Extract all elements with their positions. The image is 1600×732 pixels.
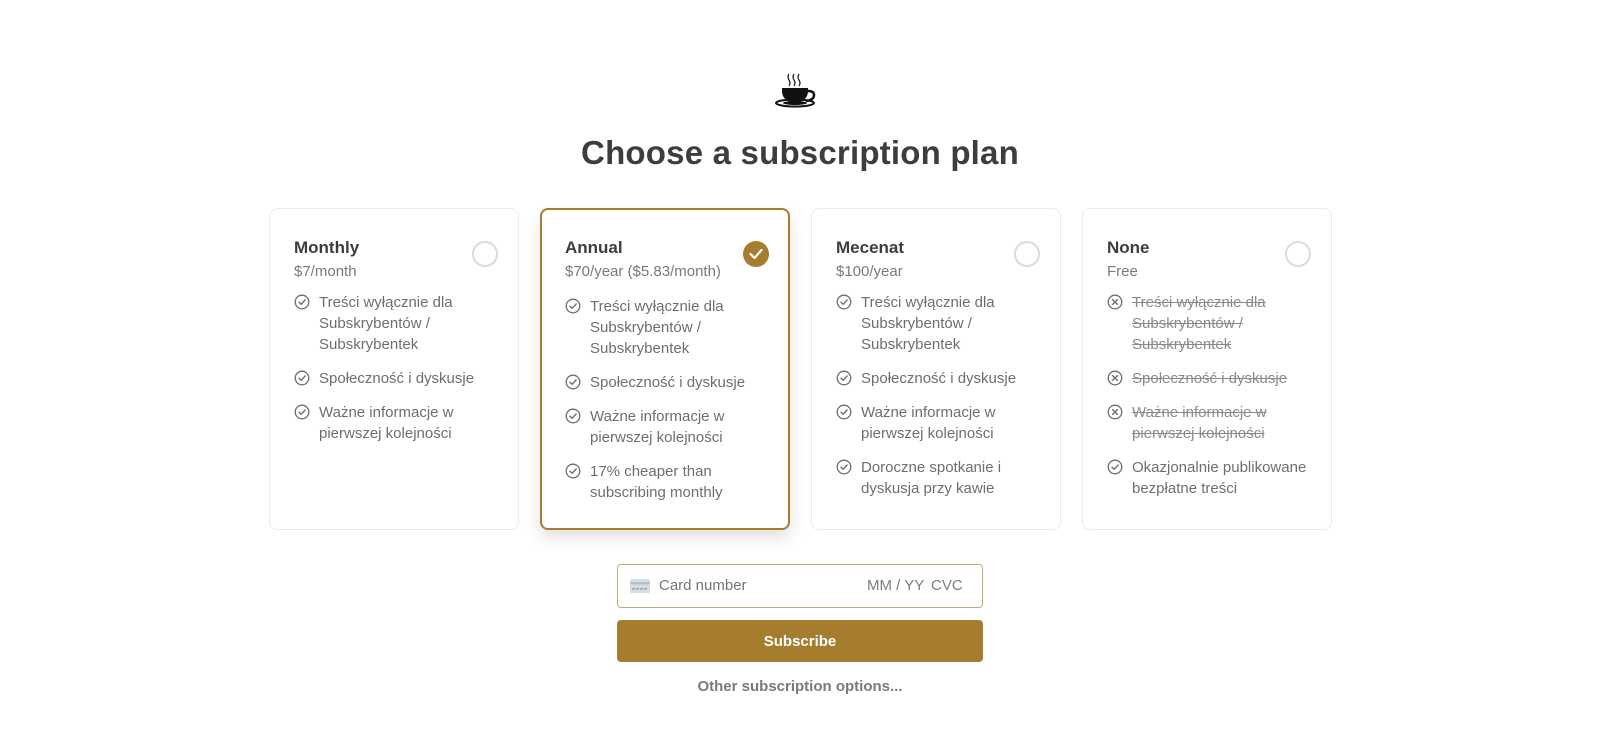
feature-item: Społeczność i dyskusje [836, 368, 1036, 389]
feature-text: Ważne informacje w pierwszej kolejności [319, 404, 454, 442]
feature-text: Treści wyłącznie dla Subskrybentów / Sub… [590, 298, 724, 357]
plan-card-none[interactable]: None Free Treści wyłącznie dla Subskrybent… [1082, 208, 1332, 530]
feature-item: Treści wyłącznie dla Subskrybentów / Sub… [836, 292, 1036, 355]
plan-radio[interactable] [472, 241, 498, 267]
plan-name: Mecenat [836, 238, 905, 257]
card-input[interactable]: MM / YY CVC [617, 564, 983, 608]
plan-name: None [1107, 238, 1150, 257]
feature-text: Ważne informacje w pierwszej kolejności [590, 408, 725, 446]
plan-name: Annual [565, 238, 623, 257]
feature-item: Treści wyłącznie dla Subskrybentów / Sub… [1107, 292, 1307, 355]
plan-price: Free [1107, 263, 1138, 280]
feature-list: Treści wyłącznie dla Subskrybentów / Sub… [294, 292, 494, 444]
feature-text: 17% cheaper than subscribing monthly [590, 463, 723, 501]
feature-list: Treści wyłącznie dla Subskrybentów / Sub… [1107, 292, 1307, 499]
feature-item: Ważne informacje w pierwszej kolejności [1107, 402, 1307, 444]
feature-text: Ważne informacje w pierwszej kolejności [861, 404, 996, 442]
plan-card-monthly[interactable]: Monthly $7/month Treści wyłącznie dla Subs… [269, 208, 519, 530]
checkmark-icon [749, 248, 763, 260]
feature-item: Społeczność i dyskusje [1107, 368, 1307, 389]
feature-item: Okazjonalnie publikowane bezpłatne treśc… [1107, 457, 1307, 499]
feature-item: Ważne informacje w pierwszej kolejności [836, 402, 1036, 444]
feature-text: Społeczność i dyskusje [861, 370, 1017, 387]
feature-text: Treści wyłącznie dla Subskrybentów / Sub… [1132, 294, 1266, 353]
coffee-cup-icon [774, 72, 818, 110]
feature-item: Społeczność i dyskusje [565, 372, 765, 393]
other-subscription-options-link[interactable]: Other subscription options... [0, 678, 1600, 695]
plan-radio[interactable] [1014, 241, 1040, 267]
cvc-input[interactable]: CVC [931, 577, 963, 594]
feature-item: Ważne informacje w pierwszej kolejności [565, 406, 765, 448]
plan-price: $100/year [836, 263, 903, 280]
plan-radio[interactable] [1285, 241, 1311, 267]
feature-item: Treści wyłącznie dla Subskrybentów / Sub… [565, 296, 765, 359]
feature-item: Doroczne spotkanie i dyskusja przy kawie [836, 457, 1036, 499]
feature-list: Treści wyłącznie dla Subskrybentów / Sub… [565, 296, 765, 503]
plan-price: $7/month [294, 263, 357, 280]
plan-price: $70/year ($5.83/month) [565, 263, 721, 280]
feature-text: Okazjonalnie publikowane bezpłatne treśc… [1132, 459, 1307, 497]
plan-list: Monthly $7/month Treści wyłącznie dla Subs… [269, 208, 1332, 532]
feature-text: Społeczność i dyskusje [590, 374, 746, 391]
feature-text: Doroczne spotkanie i dyskusja przy kawie [861, 459, 1002, 497]
page-title: Choose a subscription plan [581, 134, 1019, 171]
plan-card-mecenat[interactable]: Mecenat $100/year Treści wyłącznie dla Sub… [811, 208, 1061, 530]
plan-card-annual[interactable]: Annual $70/year ($5.83/month) Treści wyłąc… [540, 208, 790, 530]
feature-text: Ważne informacje w pierwszej kolejności [1132, 404, 1267, 442]
feature-item: Społeczność i dyskusje [294, 368, 494, 389]
feature-item: Ważne informacje w pierwszej kolejności [294, 402, 494, 444]
plan-name: Monthly [294, 238, 360, 257]
feature-item: 17% cheaper than subscribing monthly [565, 461, 765, 503]
feature-text: Społeczność i dyskusje [1132, 370, 1288, 387]
feature-item: Treści wyłącznie dla Subskrybentów / Sub… [294, 292, 494, 355]
feature-text: Treści wyłącznie dla Subskrybentów / Sub… [319, 294, 453, 353]
credit-card-icon [630, 579, 650, 593]
subscribe-button[interactable]: Subscribe [617, 620, 983, 662]
expiry-input[interactable]: MM / YY [867, 577, 924, 594]
feature-text: Społeczność i dyskusje [319, 370, 475, 387]
plan-radio[interactable] [743, 241, 769, 267]
card-number-input[interactable] [659, 577, 849, 594]
feature-text: Treści wyłącznie dla Subskrybentów / Sub… [861, 294, 995, 353]
feature-list: Treści wyłącznie dla Subskrybentów / Sub… [836, 292, 1036, 499]
